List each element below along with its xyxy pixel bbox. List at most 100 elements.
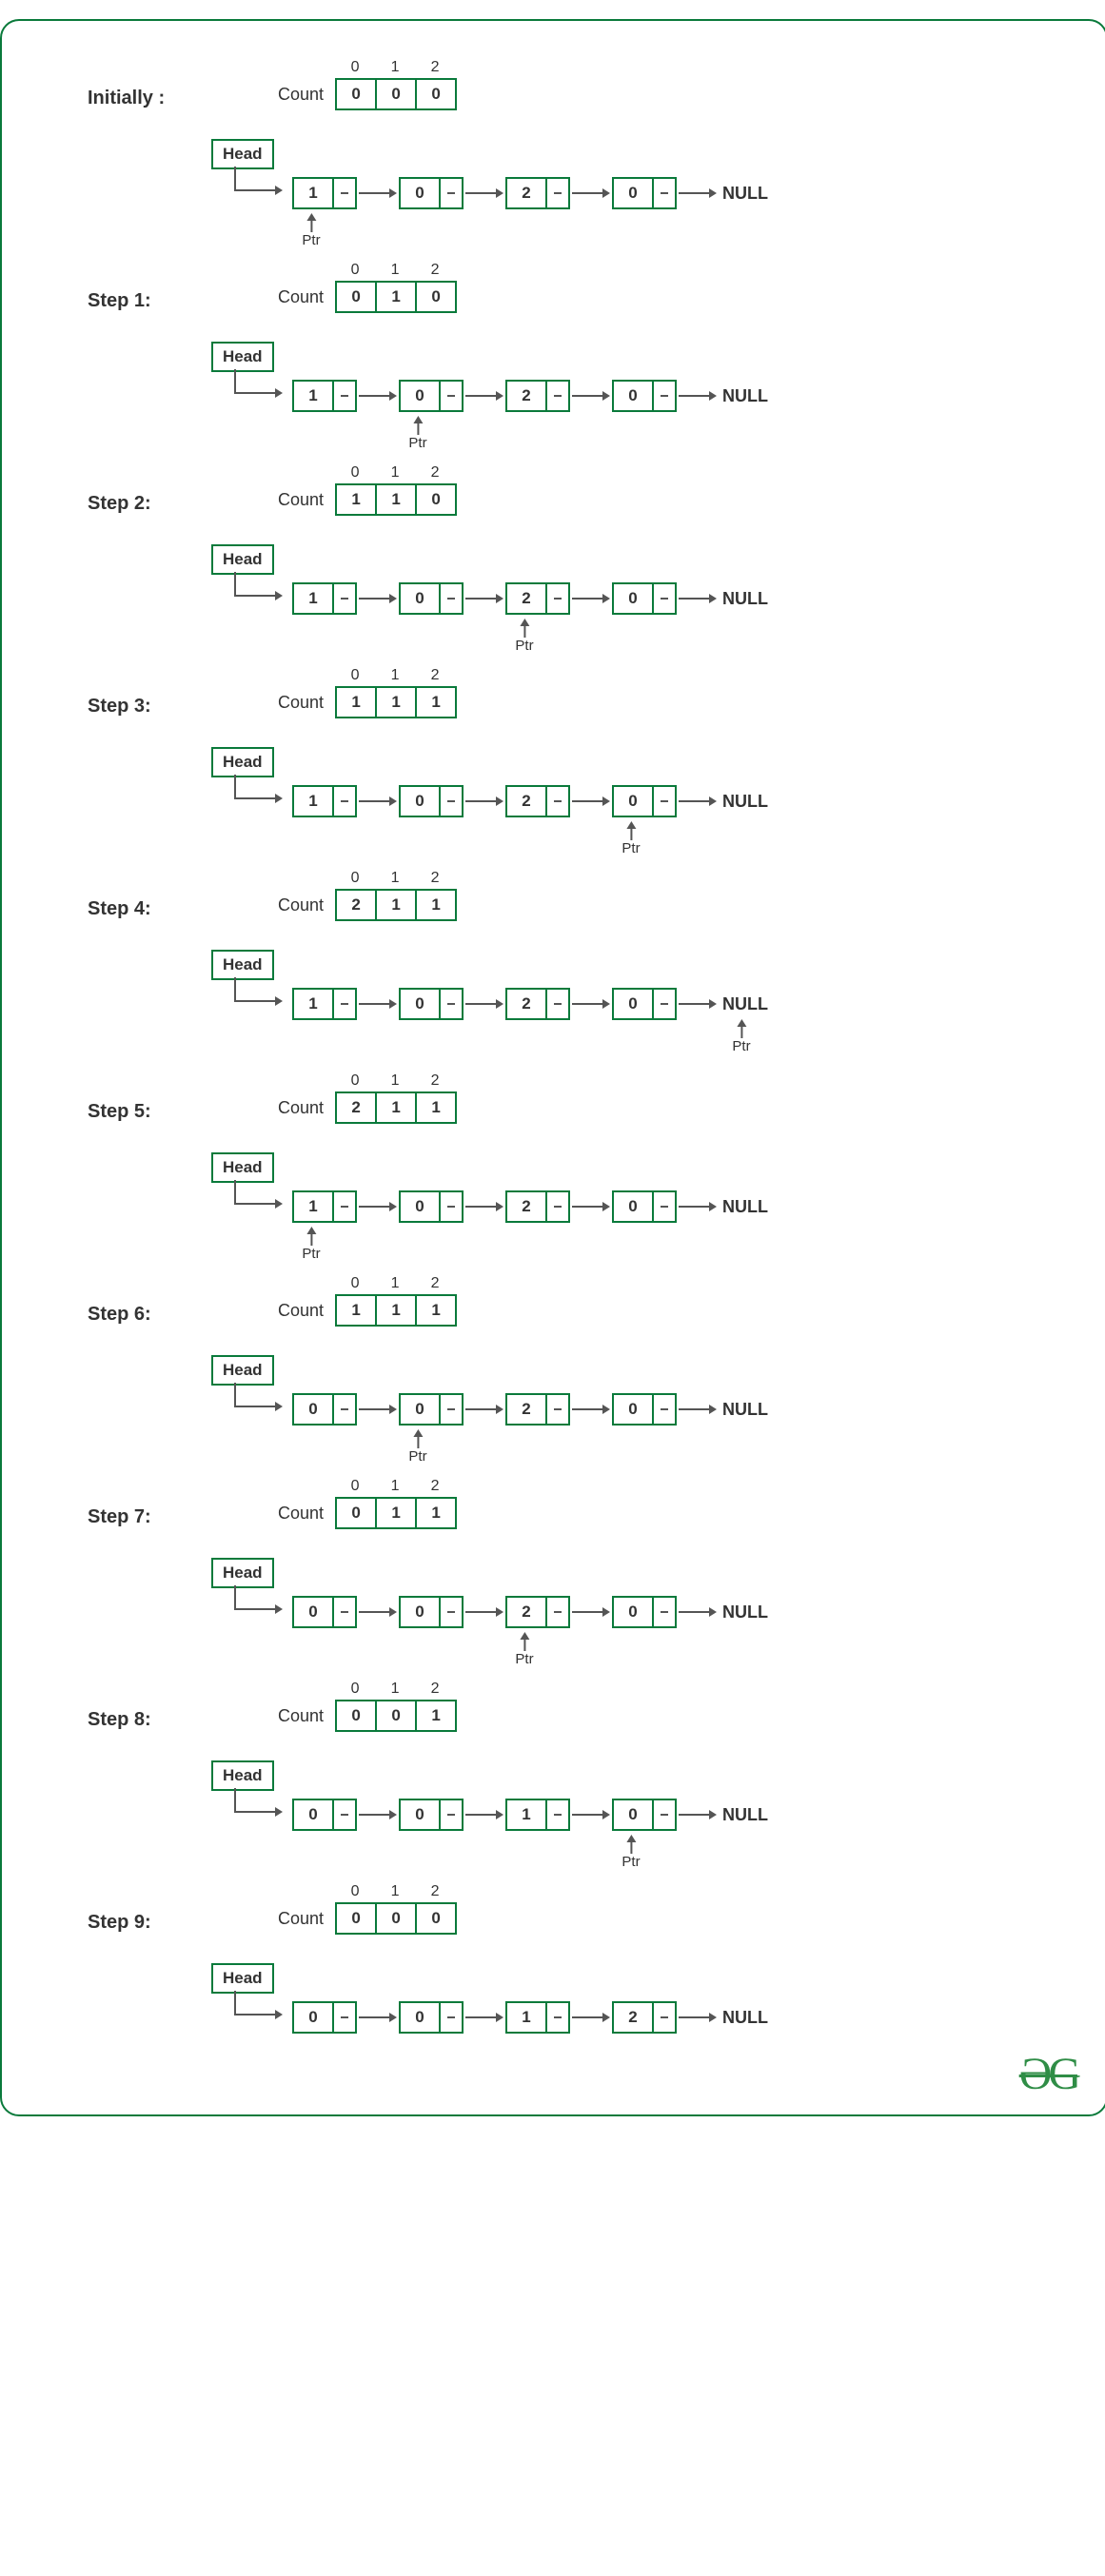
count-array: Count012211 — [278, 1072, 1077, 1124]
node-value: 2 — [505, 785, 547, 817]
diagram-frame: Initially :Count012000Head 1 Ptr 0 2 0 N… — [0, 19, 1105, 2116]
link-arrow-icon — [464, 1395, 505, 1424]
link-arrow-icon — [677, 2003, 719, 2032]
head-arrow-icon — [240, 787, 292, 816]
count-array: Count012011 — [278, 1478, 1077, 1529]
list-node: 2 — [505, 380, 570, 412]
link-arrow-icon — [357, 1192, 399, 1221]
node-next-cell — [545, 380, 570, 412]
ptr-label: Ptr — [515, 638, 533, 654]
list-node: 2 — [612, 2001, 677, 2034]
step-2: Step 2:Count012110Head 1 0 2 Ptr 0 NULL — [30, 464, 1077, 615]
node-value: 2 — [505, 582, 547, 615]
count-label: Count — [278, 1909, 324, 1929]
null-label: NULL — [722, 792, 768, 811]
count-cell: 0 — [335, 1902, 377, 1935]
linked-list: Head 0 0 1 0 Ptr NULL — [211, 1751, 1077, 1831]
link-arrow-icon — [464, 382, 505, 410]
node-next-cell — [545, 1799, 570, 1831]
count-index: 2 — [415, 262, 455, 281]
count-index: 1 — [375, 1478, 415, 1497]
node-value: 0 — [399, 1393, 441, 1426]
node-value: 2 — [505, 1393, 547, 1426]
null-terminator: NULL — [719, 386, 768, 406]
list-node: 0 — [612, 1190, 677, 1223]
count-cell: 0 — [335, 281, 377, 313]
node-next-cell — [439, 2001, 464, 2034]
step-7: Step 7:Count012011Head 0 0 2 Ptr 0 NULL — [30, 1478, 1077, 1628]
count-index: 2 — [415, 59, 455, 78]
ptr-indicator: Ptr — [622, 1835, 640, 1870]
count-label: Count — [278, 1098, 324, 1118]
count-array: Count012110 — [278, 464, 1077, 516]
link-arrow-icon — [357, 179, 399, 207]
node-value: 0 — [612, 380, 654, 412]
ptr-indicator: Ptr — [622, 821, 640, 856]
list-node: 0 — [399, 1596, 464, 1628]
list-node: 0 — [612, 988, 677, 1020]
list-node: 0 — [292, 1393, 357, 1426]
step-9: Step 9:Count012000Head 0 0 1 2 NULL — [30, 1883, 1077, 2034]
link-arrow-icon — [677, 787, 719, 816]
ptr-label: Ptr — [302, 1246, 320, 1262]
linked-list: Head 1 0 2 0 Ptr NULL — [211, 737, 1077, 817]
node-value: 0 — [612, 1393, 654, 1426]
link-arrow-icon — [570, 1598, 612, 1626]
node-value: 1 — [292, 380, 334, 412]
count-index: 2 — [415, 1478, 455, 1497]
null-terminator: NULL — [719, 1400, 768, 1420]
list-node: 0 Ptr — [612, 785, 677, 817]
count-cell: 1 — [375, 686, 417, 718]
list-node: 0 — [399, 582, 464, 615]
count-label: Count — [278, 895, 324, 915]
step-1: Step 1:Count012010Head 1 0 Ptr 2 0 NULL — [30, 262, 1077, 412]
null-label: NULL — [722, 994, 768, 1013]
count-cell: 1 — [415, 1497, 457, 1529]
link-arrow-icon — [677, 382, 719, 410]
node-next-cell — [439, 988, 464, 1020]
link-arrow-icon — [677, 1395, 719, 1424]
node-next-cell — [652, 1799, 677, 1831]
list-node: 0 — [399, 1799, 464, 1831]
node-value: 0 — [399, 785, 441, 817]
list-node: 2 — [505, 988, 570, 1020]
list-node: 0 Ptr — [612, 1799, 677, 1831]
node-value: 0 — [399, 380, 441, 412]
list-node: 0 — [399, 785, 464, 817]
null-label: NULL — [722, 1400, 768, 1419]
link-arrow-icon — [357, 382, 399, 410]
node-next-cell — [652, 582, 677, 615]
list-node: 2 Ptr — [505, 1596, 570, 1628]
count-label: Count — [278, 490, 324, 510]
step-title: Step 3: — [88, 696, 211, 718]
count-index: 0 — [335, 667, 375, 686]
ptr-label: Ptr — [515, 1651, 533, 1667]
step-0: Initially :Count012000Head 1 Ptr 0 2 0 N… — [30, 59, 1077, 209]
ptr-label: Ptr — [302, 232, 320, 248]
link-arrow-icon — [357, 1598, 399, 1626]
node-next-cell — [545, 785, 570, 817]
ptr-indicator: Ptr — [515, 1632, 533, 1667]
link-arrow-icon — [570, 382, 612, 410]
node-value: 0 — [399, 1799, 441, 1831]
list-node: 0 — [612, 177, 677, 209]
link-arrow-icon — [357, 990, 399, 1018]
count-array: Count012111 — [278, 667, 1077, 718]
null-terminator: NULL — [719, 1197, 768, 1217]
head-arrow-icon — [240, 382, 292, 410]
node-value: 0 — [399, 2001, 441, 2034]
node-next-cell — [332, 582, 357, 615]
gfg-logo: ƏG — [1019, 2048, 1077, 2100]
count-index: 2 — [415, 1883, 455, 1902]
step-title: Step 7: — [88, 1506, 211, 1528]
count-index: 2 — [415, 870, 455, 889]
count-cell: 1 — [335, 1294, 377, 1327]
node-value: 2 — [505, 1596, 547, 1628]
null-label: NULL — [722, 184, 768, 203]
null-label: NULL — [722, 1197, 768, 1216]
count-index: 1 — [375, 667, 415, 686]
count-cell: 1 — [375, 483, 417, 516]
node-next-cell — [439, 1190, 464, 1223]
node-value: 0 — [399, 1190, 441, 1223]
node-next-cell — [332, 380, 357, 412]
